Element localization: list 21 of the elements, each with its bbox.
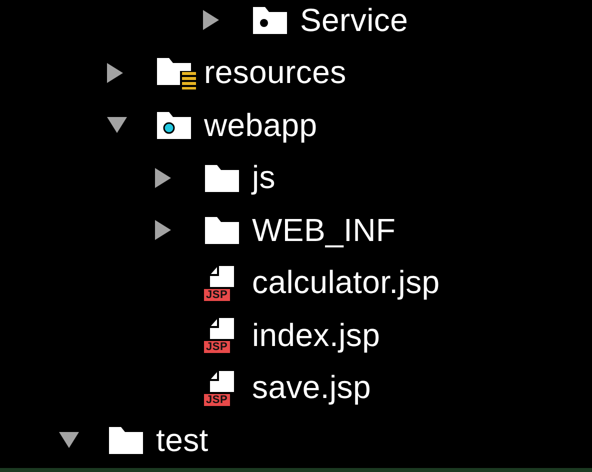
folder-icon — [204, 162, 240, 193]
collapsed-arrow-icon[interactable] — [202, 9, 220, 32]
folder-name[interactable]: js — [252, 159, 276, 196]
collapsed-arrow-icon[interactable] — [154, 219, 172, 242]
file-name[interactable]: calculator.jsp — [252, 264, 440, 302]
file-name[interactable]: index.jsp — [252, 316, 380, 354]
collapsed-arrow-icon[interactable] — [154, 166, 172, 189]
web-folder-icon — [156, 110, 192, 140]
expanded-arrow-icon[interactable] — [58, 431, 80, 450]
folder-name[interactable]: Service — [300, 2, 408, 39]
resources-folder-icon — [156, 56, 198, 90]
folder-icon — [204, 215, 240, 246]
folder-name[interactable]: webapp — [204, 106, 318, 144]
folder-name[interactable]: resources — [204, 54, 346, 92]
collapsed-arrow-icon[interactable] — [106, 62, 124, 84]
file-name[interactable]: save.jsp — [252, 369, 371, 406]
folder-name[interactable]: test — [156, 422, 208, 459]
package-folder-icon — [252, 5, 288, 36]
expanded-arrow-icon[interactable] — [106, 116, 128, 134]
folder-name[interactable]: WEB_INF — [252, 212, 396, 249]
folder-icon — [108, 425, 144, 456]
